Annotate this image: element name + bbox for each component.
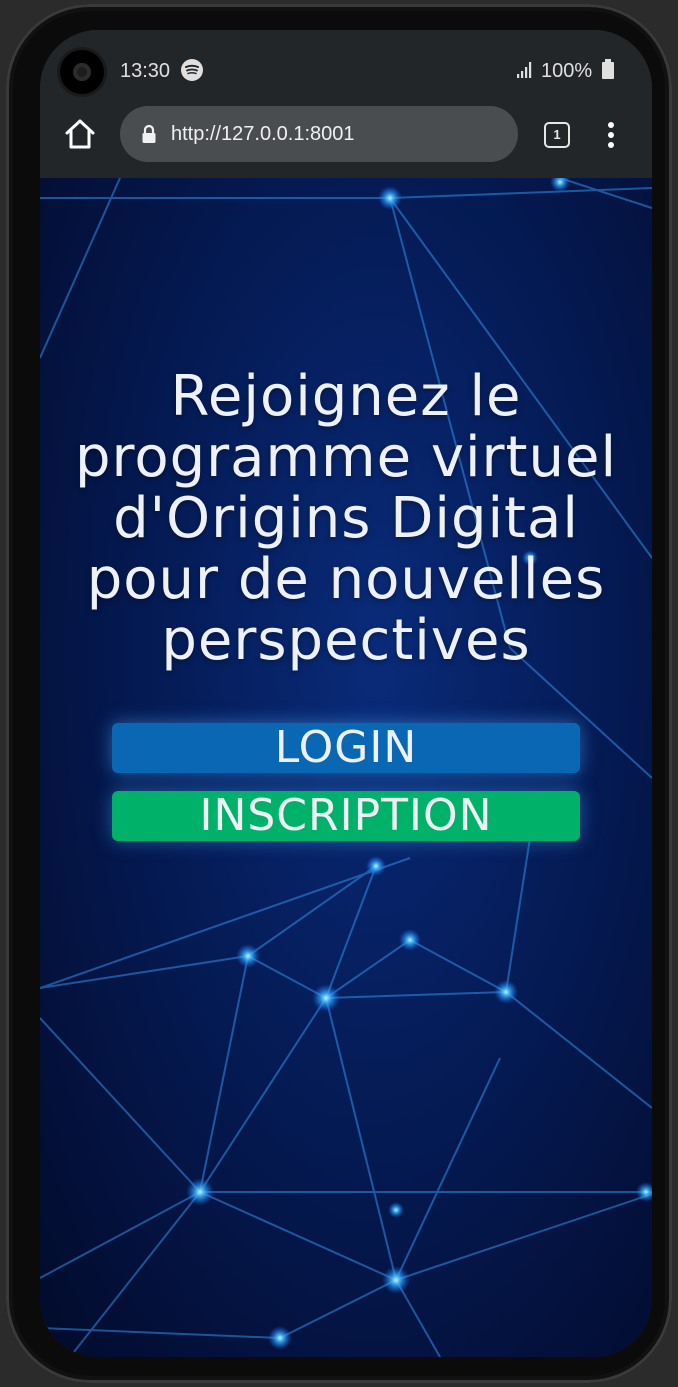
battery-percent: 100% (541, 60, 593, 82)
status-bar: 13:30 100% (40, 30, 652, 110)
menu-icon[interactable] (606, 120, 616, 150)
battery-icon (602, 59, 614, 79)
headline-line: d'Origins Digital (113, 486, 579, 551)
phone-screen: 13:30 100% http://127.0.0.1:8001 1 Rejoi… (40, 30, 652, 1357)
headline-line: perspectives (161, 608, 531, 673)
hero-headline: Rejoignez le programme virtuel d'Origins… (60, 366, 632, 671)
lock-icon (142, 124, 156, 143)
phone-frame: 13:30 100% http://127.0.0.1:8001 1 Rejoi… (6, 4, 672, 1383)
spotify-icon (181, 59, 203, 81)
url-text[interactable]: http://127.0.0.1:8001 (171, 123, 355, 146)
home-icon[interactable] (64, 119, 96, 149)
signal-icon (517, 62, 532, 78)
login-button[interactable]: LOGIN (112, 723, 580, 773)
tabs-icon[interactable]: 1 (544, 122, 570, 148)
headline-line: Rejoignez le (170, 364, 522, 429)
browser-toolbar: http://127.0.0.1:8001 1 (40, 106, 652, 178)
front-camera (60, 50, 104, 94)
headline-line: programme virtuel (74, 425, 618, 490)
url-bar[interactable]: http://127.0.0.1:8001 (120, 106, 518, 162)
headline-line: pour de nouvelles (86, 547, 606, 612)
inscription-button[interactable]: INSCRIPTION (112, 791, 580, 841)
status-time: 13:30 (120, 60, 171, 82)
page-viewport: Rejoignez le programme virtuel d'Origins… (40, 178, 652, 1357)
